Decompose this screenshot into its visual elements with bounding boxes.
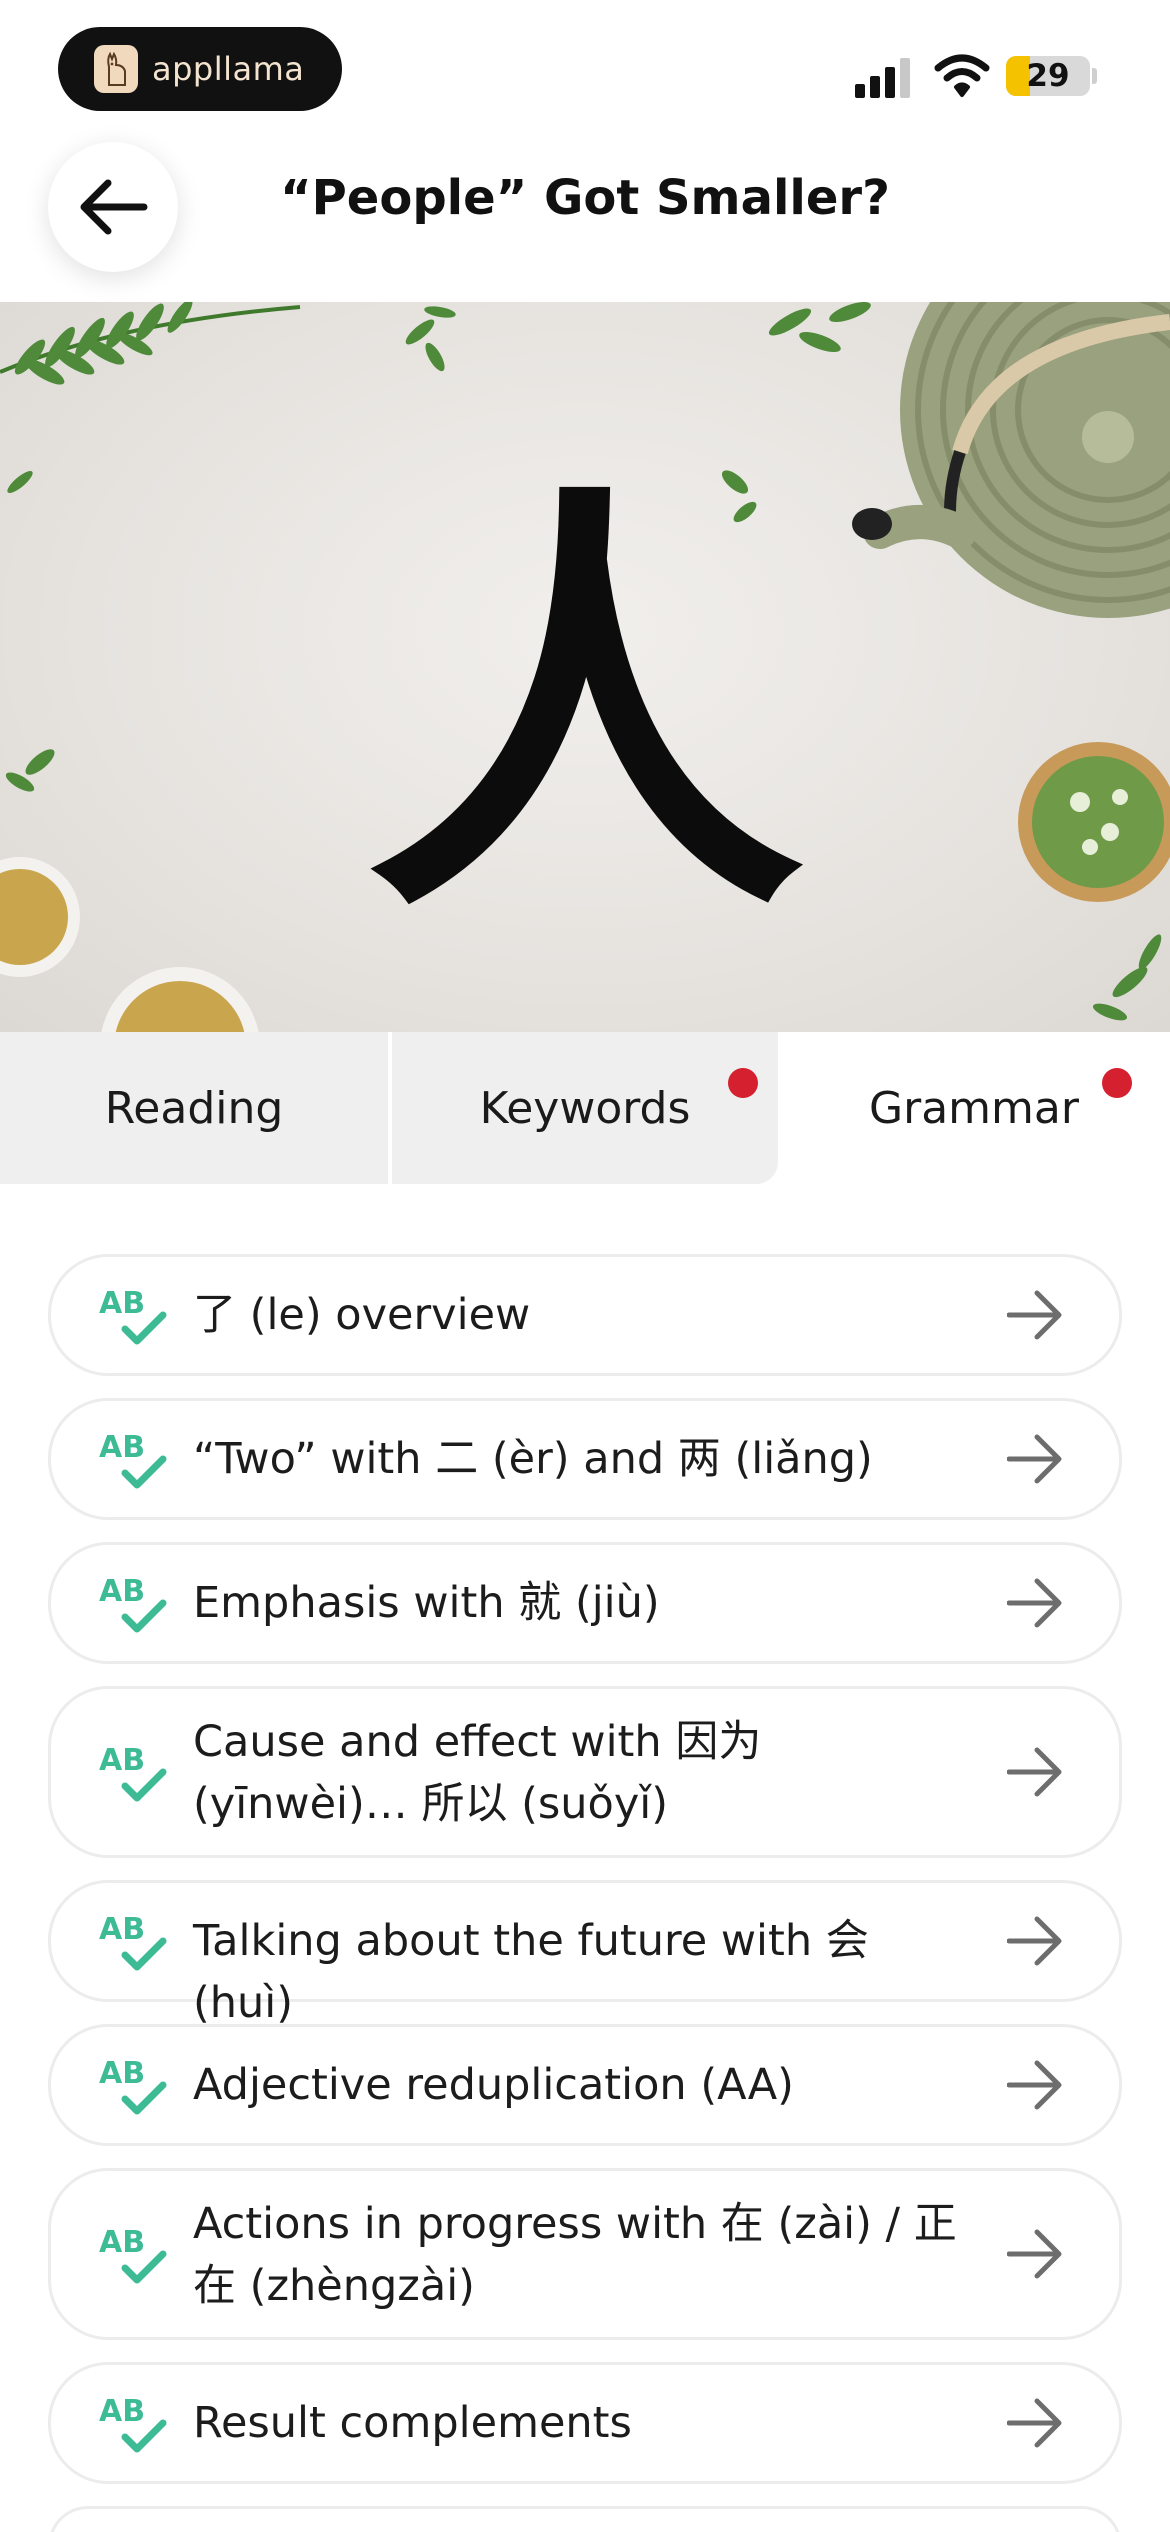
svg-text:AB: AB <box>99 1912 145 1947</box>
tab-keywords[interactable]: Keywords <box>392 1032 778 1184</box>
herb-basket-decoration <box>1018 742 1170 902</box>
svg-text:AB: AB <box>99 2225 145 2260</box>
arrow-right-icon <box>1007 2060 1062 2110</box>
svg-text:AB: AB <box>99 1286 145 1321</box>
grammar-item[interactable]: AB Cause and effect with 因为 (yīnwèi)… 所以… <box>48 1686 1122 1858</box>
ab-check-icon: AB <box>99 1743 167 1802</box>
grammar-item-label: “Two” with 二 (èr) and 两 (liǎng) <box>193 1434 873 1484</box>
grammar-item-partial[interactable] <box>48 2506 1122 2532</box>
tab-keywords-label: Keywords <box>479 1082 691 1134</box>
grammar-item-label: Adjective reduplication (AA) <box>193 2060 794 2110</box>
ab-check-icon: AB <box>99 2225 167 2284</box>
grammar-item-label: Actions in progress with 在 (zài) / 正在 (z… <box>193 2199 957 2311</box>
arrow-left-icon <box>80 179 148 235</box>
battery-tip <box>1092 68 1097 84</box>
grammar-item-label: 了 (le) overview <box>193 1290 531 1340</box>
hero-image: 人 <box>0 302 1170 1032</box>
hero-character: 人 <box>365 454 805 966</box>
app-name: appllama <box>152 50 305 88</box>
back-button[interactable] <box>48 142 178 272</box>
grammar-item[interactable]: AB Emphasis with 就 (jiù) <box>48 1542 1122 1664</box>
grammar-notification-dot <box>1102 1068 1132 1098</box>
arrow-right-icon <box>1007 2398 1062 2448</box>
arrow-right-icon <box>1007 1747 1062 1797</box>
tab-grammar[interactable]: Grammar <box>778 1032 1170 1184</box>
ab-check-icon: AB <box>99 2056 167 2115</box>
grammar-item[interactable]: AB 了 (le) overview <box>48 1254 1122 1376</box>
arrow-right-icon <box>1007 1434 1062 1484</box>
grammar-item[interactable]: AB Adjective reduplication (AA) <box>48 2024 1122 2146</box>
grammar-item[interactable]: AB “Two” with 二 (èr) and 两 (liǎng) <box>48 1398 1122 1520</box>
ab-check-icon: AB <box>99 1286 167 1345</box>
battery-indicator: 29 <box>1006 56 1090 96</box>
grammar-item[interactable]: AB Actions in progress with 在 (zài) / 正在… <box>48 2168 1122 2340</box>
svg-text:AB: AB <box>99 1574 145 1609</box>
hero-illustration: 人 <box>0 302 1170 1032</box>
keywords-notification-dot <box>728 1068 758 1098</box>
cellular-signal-icon <box>855 58 910 98</box>
svg-text:AB: AB <box>99 2056 145 2091</box>
page-title: “People” Got Smaller? <box>280 170 890 226</box>
tea-cup-decoration <box>0 857 259 1032</box>
llama-logo-icon <box>94 45 138 93</box>
grammar-item-label: Result complements <box>193 2398 632 2448</box>
arrow-right-icon <box>1007 1290 1062 1340</box>
wifi-icon <box>934 54 990 97</box>
svg-text:AB: AB <box>99 1743 145 1778</box>
grammar-item-label: Talking about the future with 会 (huì) <box>193 1916 869 2028</box>
ab-check-icon: AB <box>99 1430 167 1489</box>
app-indicator-pill[interactable]: appllama <box>58 27 342 111</box>
status-bar: appllama 29 <box>0 0 1170 140</box>
arrow-right-icon <box>1007 1916 1062 1966</box>
svg-text:AB: AB <box>99 2394 145 2429</box>
tab-grammar-label: Grammar <box>869 1082 1079 1134</box>
tab-bar: Reading Keywords Grammar <box>0 1032 1170 1184</box>
arrow-right-icon <box>1007 1578 1062 1628</box>
grammar-item-label: Emphasis with 就 (jiù) <box>193 1578 660 1628</box>
tab-reading[interactable]: Reading <box>0 1032 388 1184</box>
ab-check-icon: AB <box>99 1912 167 1971</box>
svg-text:AB: AB <box>99 1430 145 1465</box>
grammar-item-label: Cause and effect with 因为 (yīnwèi)… 所以 (s… <box>193 1717 762 1829</box>
battery-level: 29 <box>1026 58 1070 94</box>
teapot-decoration <box>852 302 1170 618</box>
grammar-item[interactable]: AB Result complements <box>48 2362 1122 2484</box>
grammar-item[interactable]: AB Talking about the future with 会 (huì) <box>48 1880 1122 2028</box>
ab-check-icon: AB <box>99 1574 167 1633</box>
ab-check-icon: AB <box>99 2394 167 2453</box>
tab-reading-label: Reading <box>104 1082 284 1134</box>
arrow-right-icon <box>1007 2229 1062 2279</box>
